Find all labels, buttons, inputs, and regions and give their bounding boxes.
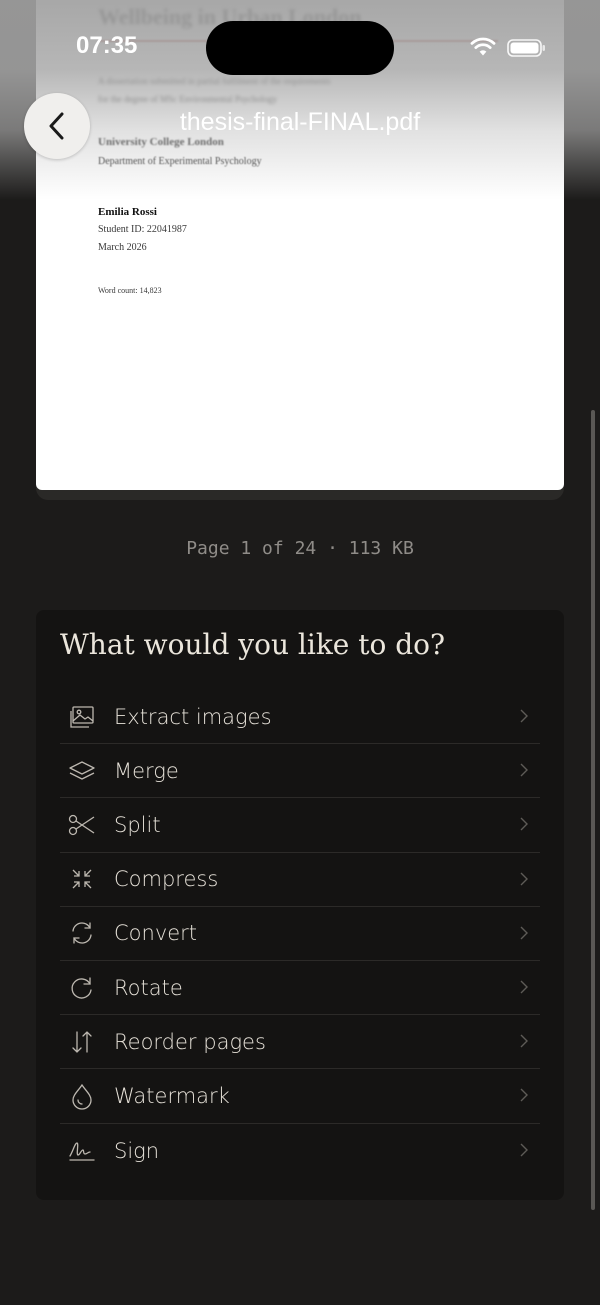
chevron-right-icon: [520, 817, 528, 831]
pdf-preview-card[interactable]: Wellbeing in Urban London A dissertation…: [36, 0, 564, 500]
dynamic-island: [206, 21, 394, 75]
file-title: thesis-final-FINAL.pdf: [179, 108, 421, 136]
doc-department: Department of Experimental Psychology: [98, 156, 262, 167]
action-convert[interactable]: Convert: [60, 907, 540, 961]
signature-icon: [68, 1137, 96, 1165]
action-label: Split: [114, 812, 161, 837]
doc-student-id: Student ID: 22041987: [98, 224, 187, 235]
action-extract-images[interactable]: Extract images: [60, 690, 540, 745]
action-list: Extract images Merge Split Compress Conv…: [60, 690, 540, 1178]
action-label: Watermark: [114, 1083, 230, 1108]
action-label: Compress: [114, 867, 219, 892]
chevron-left-icon: [49, 112, 64, 140]
doc-submission-line-2: for the degree of MSc Environmental Psyc…: [98, 94, 277, 104]
page-meta: Page 1 of 24 · 113 KB: [186, 538, 414, 559]
doc-submission-line-1: A dissertation submitted in partial fulf…: [98, 76, 331, 86]
doc-institution: University College London: [98, 136, 224, 148]
chevron-right-icon: [520, 980, 528, 994]
chevron-right-icon: [520, 1088, 528, 1102]
layers-icon: [68, 757, 96, 785]
doc-author: Emilia Rossi: [98, 206, 157, 218]
action-watermark[interactable]: Watermark: [60, 1069, 540, 1124]
action-compress[interactable]: Compress: [60, 853, 540, 907]
scrollbar-thumb[interactable]: [591, 410, 595, 1210]
action-label: Merge: [114, 758, 179, 783]
doc-word-count: Word count: 14,823: [98, 286, 162, 295]
scissors-icon: [68, 811, 96, 839]
image-icon: [68, 703, 96, 731]
wifi-icon: [470, 37, 496, 61]
status-time: 07:35: [76, 32, 138, 59]
action-split[interactable]: Split: [60, 798, 540, 853]
chevron-right-icon: [520, 926, 528, 940]
actions-heading: What would you like to do?: [60, 628, 446, 661]
action-reorder-pages[interactable]: Reorder pages: [60, 1015, 540, 1070]
chevron-right-icon: [520, 1143, 528, 1156]
action-sign[interactable]: Sign: [60, 1124, 540, 1178]
reorder-icon: [68, 1028, 96, 1056]
chevron-right-icon: [520, 872, 528, 886]
convert-icon: [68, 919, 96, 947]
chevron-right-icon: [520, 1034, 528, 1048]
battery-icon: [507, 38, 547, 62]
action-rotate[interactable]: Rotate: [60, 961, 540, 1016]
chevron-right-icon: [520, 763, 528, 777]
actions-card: What would you like to do? Extract image…: [36, 610, 564, 1200]
action-label: Convert: [114, 921, 198, 946]
action-merge[interactable]: Merge: [60, 744, 540, 799]
action-label: Reorder pages: [114, 1029, 266, 1054]
rotate-icon: [68, 974, 96, 1002]
action-label: Rotate: [114, 975, 183, 1000]
doc-date: March 2026: [98, 242, 147, 253]
compress-icon: [68, 865, 96, 893]
chevron-right-icon: [520, 709, 528, 723]
drop-icon: [68, 1082, 96, 1110]
action-label: Sign: [114, 1138, 160, 1163]
action-label: Extract images: [114, 704, 272, 729]
back-button[interactable]: [24, 93, 90, 159]
